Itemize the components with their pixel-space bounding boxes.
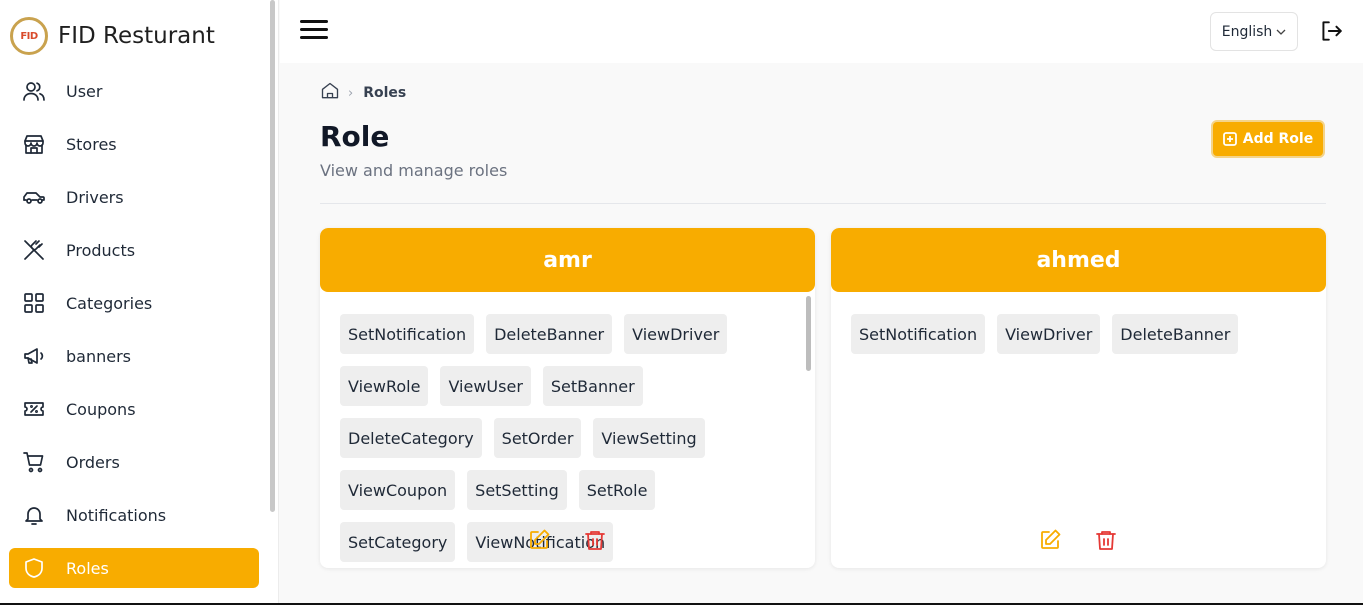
page-subtitle: View and manage roles (320, 161, 508, 180)
megaphone-icon (21, 343, 47, 369)
permission-chip: SetOrder (493, 418, 582, 458)
users-icon (21, 78, 47, 104)
delete-icon[interactable] (583, 528, 609, 554)
breadcrumb-current: Roles (363, 85, 407, 101)
sidebar-item-roles[interactable]: Roles (9, 548, 259, 588)
sidebar-item-label: Coupons (66, 399, 136, 419)
permission-chip: SetRole (578, 470, 656, 510)
sidebar: FID FID Resturant User Stores Drivers Pr… (0, 0, 279, 605)
permission-chip: SetNotification (851, 314, 986, 354)
bell-icon (21, 502, 47, 528)
sidebar-item-user[interactable]: User (9, 71, 259, 111)
permission-list: SetNotification ViewDriver DeleteBanner (851, 314, 1300, 366)
chevron-down-icon (1276, 29, 1286, 35)
language-label: English (1221, 23, 1273, 40)
sidebar-item-banners[interactable]: banners (9, 336, 259, 376)
permission-chip: ViewRole (340, 366, 429, 406)
role-actions (320, 528, 815, 554)
add-role-label: Add Role (1242, 131, 1314, 147)
permission-chip: ViewDriver (997, 314, 1101, 354)
role-card: amr SetNotification DeleteBanner ViewDri… (320, 228, 815, 568)
permission-chip: SetBanner (542, 366, 643, 406)
breadcrumb: › Roles (320, 82, 406, 104)
sidebar-item-label: Products (66, 240, 136, 260)
page-title: Role (320, 120, 390, 153)
store-icon (21, 131, 47, 157)
app-title: FID Resturant (58, 23, 215, 49)
cart-icon (21, 449, 47, 475)
delete-icon[interactable] (1094, 528, 1120, 554)
permission-chip: ViewCoupon (340, 470, 456, 510)
sidebar-item-stores[interactable]: Stores (9, 124, 259, 164)
edit-icon[interactable] (527, 528, 553, 554)
logo: FID (10, 17, 48, 55)
divider (320, 203, 1326, 204)
permission-chip: ViewUser (440, 366, 531, 406)
permission-chip: DeleteBanner (1112, 314, 1239, 354)
logo-text: FID (20, 30, 38, 42)
permission-chip: ViewDriver (624, 314, 728, 354)
sidebar-item-label: Notifications (66, 505, 167, 525)
role-name: amr (320, 228, 815, 292)
sidebar-item-label: banners (66, 346, 131, 366)
language-select[interactable]: English (1210, 12, 1298, 51)
ticket-icon (21, 396, 47, 422)
edit-icon[interactable] (1038, 528, 1064, 554)
menu-toggle-icon[interactable] (300, 20, 328, 44)
sidebar-item-label: Stores (66, 134, 117, 154)
grid-icon (21, 290, 47, 316)
sidebar-item-categories[interactable]: Categories (9, 283, 259, 323)
sidebar-item-label: Orders (66, 452, 120, 472)
home-icon[interactable] (320, 81, 340, 105)
sidebar-item-drivers[interactable]: Drivers (9, 177, 259, 217)
sidebar-item-label: Drivers (66, 187, 124, 207)
car-icon (21, 184, 47, 210)
sidebar-item-products[interactable]: Products (9, 230, 259, 270)
brand[interactable]: FID FID Resturant (10, 16, 215, 56)
permission-chip: SetNotification (340, 314, 475, 354)
permission-chip: SetSetting (467, 470, 567, 510)
add-role-button[interactable]: Add Role (1211, 120, 1325, 158)
sidebar-item-coupons[interactable]: Coupons (9, 389, 259, 429)
topbar: English (280, 0, 1363, 63)
breadcrumb-separator-icon: › (348, 85, 354, 101)
role-actions (831, 528, 1326, 554)
sidebar-scrollbar[interactable] (270, 0, 275, 512)
logout-icon[interactable] (1318, 18, 1344, 44)
shield-icon (21, 555, 47, 581)
utensils-icon (21, 237, 47, 263)
plus-square-icon (1222, 132, 1237, 146)
sidebar-item-label: User (66, 81, 103, 101)
sidebar-item-notifications[interactable]: Notifications (9, 495, 259, 535)
permission-chip: DeleteCategory (340, 418, 482, 458)
sidebar-item-label: Roles (66, 558, 109, 578)
sidebar-item-orders[interactable]: Orders (9, 442, 259, 482)
permission-chip: ViewSetting (593, 418, 705, 458)
role-card: ahmed SetNotification ViewDriver DeleteB… (831, 228, 1326, 568)
sidebar-nav: User Stores Drivers Products Categories … (9, 71, 259, 601)
permission-chip: DeleteBanner (486, 314, 613, 354)
card-scrollbar[interactable] (806, 296, 811, 371)
role-name: ahmed (831, 228, 1326, 292)
sidebar-item-label: Categories (66, 293, 153, 313)
